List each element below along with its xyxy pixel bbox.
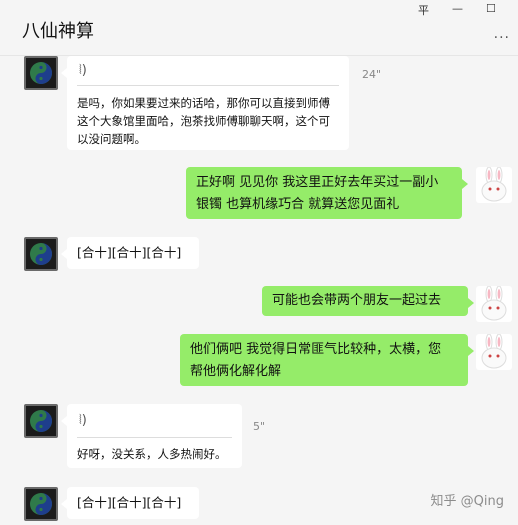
voice-duration: 5" <box>253 420 266 433</box>
message-text: 正好啊 见见你 我这里正好去年买过一副小 <box>196 175 439 190</box>
message-text: [合十][合十][合十] <box>77 495 182 510</box>
voice-wave-icon: ⦚) <box>79 63 87 78</box>
avatar[interactable] <box>476 286 512 322</box>
avatar[interactable] <box>24 237 58 271</box>
pin-button[interactable]: 平 <box>418 2 429 18</box>
title-bar: 八仙神算 平 — ☐ ··· <box>0 0 518 56</box>
message-list[interactable]: ⦚) 是吗，你如果要过来的话哈，那你可以直接到师傅 这个大象馆里面哈，泡茶找师傅… <box>0 56 518 525</box>
avatar[interactable] <box>24 56 58 90</box>
avatar[interactable] <box>24 487 58 521</box>
divider <box>77 437 232 438</box>
voice-wave-icon: ⦚) <box>79 413 87 428</box>
voice-message-bubble[interactable]: ⦚) 是吗，你如果要过来的话哈，那你可以直接到师傅 这个大象馆里面哈，泡茶找师傅… <box>61 56 349 150</box>
chat-title: 八仙神算 <box>22 21 94 42</box>
bunny-icon <box>481 286 507 321</box>
sent-message-bubble[interactable]: 可能也会带两个朋友一起过去 <box>262 286 474 316</box>
avatar[interactable] <box>476 334 512 370</box>
sent-message-bubble[interactable]: 他们俩吧 我觉得日常匪气比较种，太横，您 帮他俩化解化解 <box>180 334 474 386</box>
maximize-button[interactable]: ☐ <box>486 2 496 15</box>
message-text: [合十][合十][合十] <box>77 245 182 260</box>
message-text: 帮他俩化解化解 <box>190 364 282 379</box>
watermark: 知乎 @Qing <box>430 494 504 509</box>
received-message-bubble[interactable]: [合十][合十][合十] <box>61 487 199 519</box>
received-message-bubble[interactable]: [合十][合十][合十] <box>61 237 199 269</box>
taiji-icon <box>30 243 52 265</box>
voice-duration: 24" <box>362 68 382 81</box>
voice-message-bubble[interactable]: ⦚) 好呀，没关系，人多热闹好。 <box>61 404 242 468</box>
divider <box>77 85 339 86</box>
bunny-icon <box>481 167 507 202</box>
voice-transcript: 好呀，没关系，人多热闹好。 <box>77 447 227 461</box>
message-text: 他们俩吧 我觉得日常匪气比较种，太横，您 <box>190 342 442 357</box>
voice-transcript: 是吗，你如果要过来的话哈，那你可以直接到师傅 这个大象馆里面哈，泡茶找师傅聊聊天… <box>77 96 330 146</box>
taiji-icon <box>30 62 52 84</box>
bunny-icon <box>481 334 507 369</box>
minimize-button[interactable]: — <box>452 2 463 15</box>
taiji-icon <box>30 493 52 515</box>
message-text: 可能也会带两个朋友一起过去 <box>272 293 442 308</box>
avatar[interactable] <box>476 167 512 203</box>
sent-message-bubble[interactable]: 正好啊 见见你 我这里正好去年买过一副小 银镯 也算机缘巧合 就算送您见面礼 <box>186 167 468 219</box>
avatar[interactable] <box>24 404 58 438</box>
more-options-icon[interactable]: ··· <box>494 30 510 46</box>
message-text: 银镯 也算机缘巧合 就算送您见面礼 <box>196 197 400 212</box>
taiji-icon <box>30 410 52 432</box>
